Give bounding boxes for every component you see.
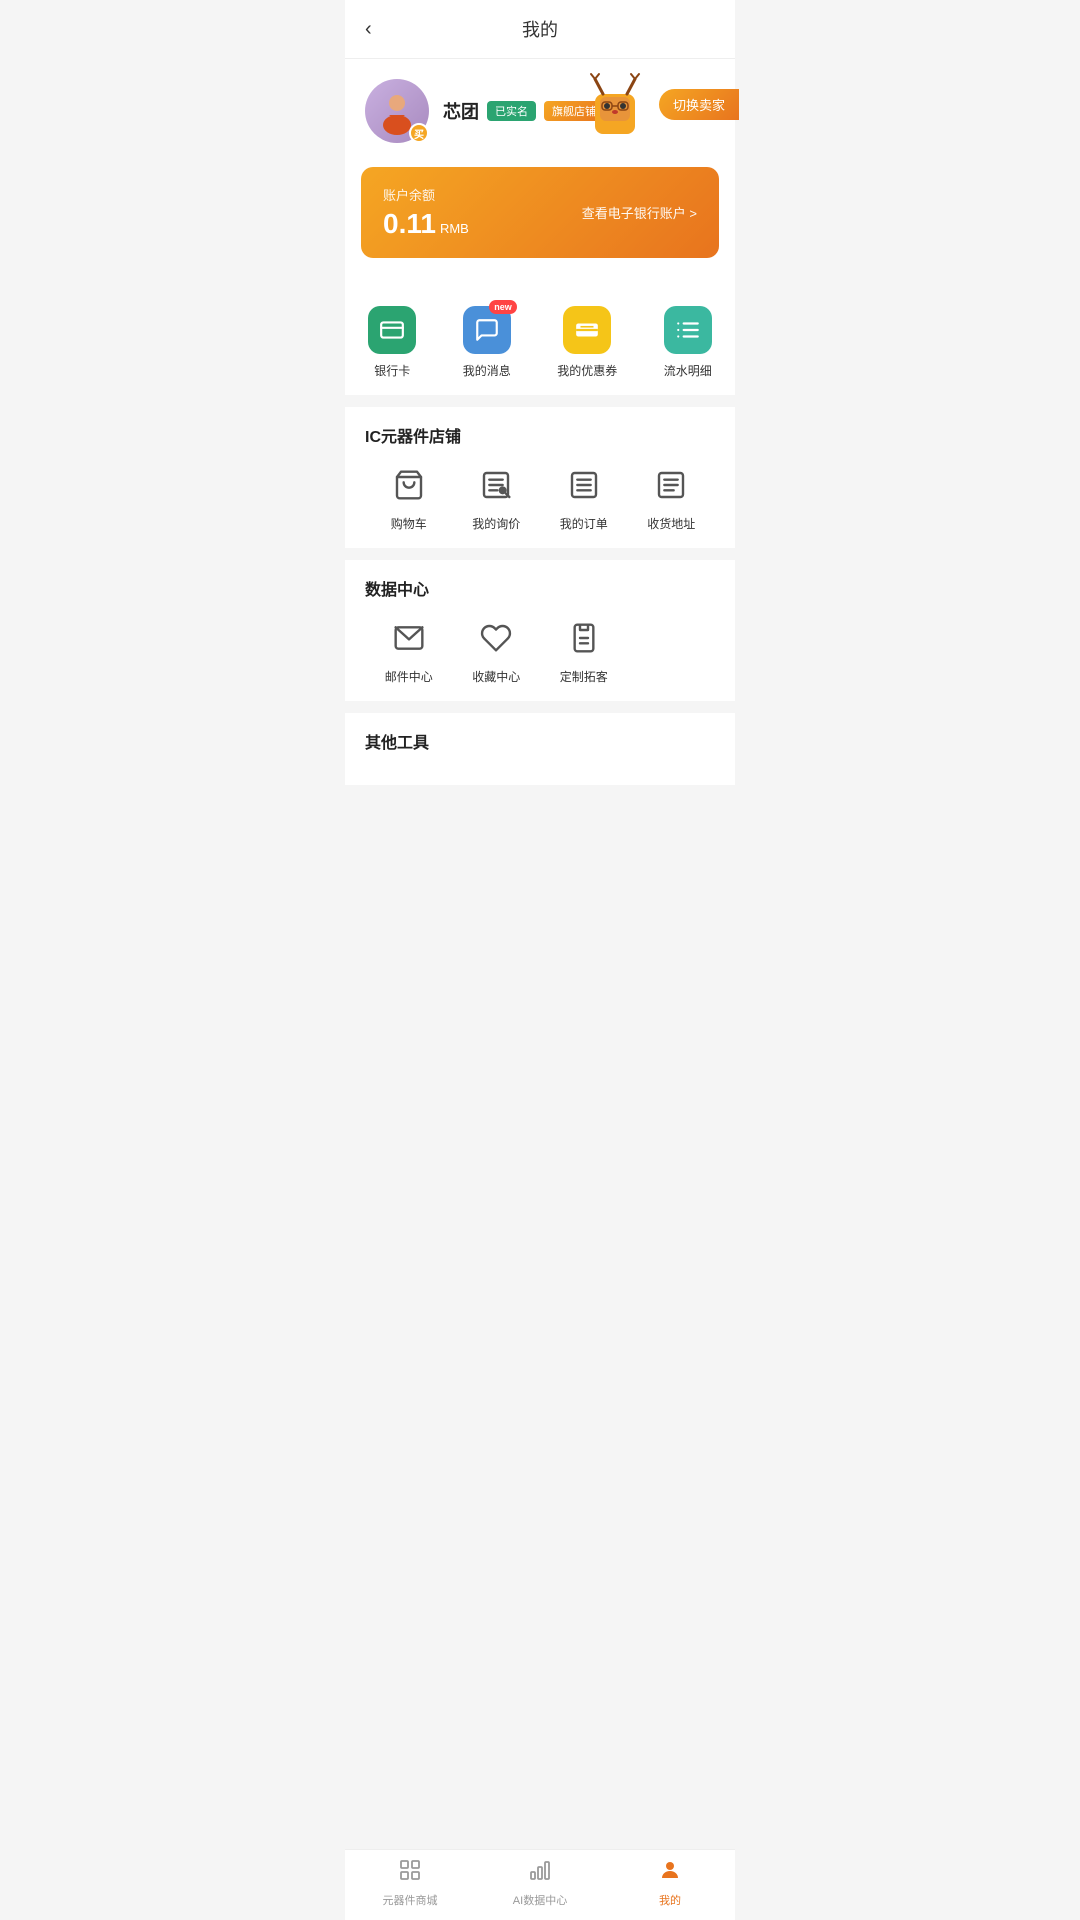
mascot-svg	[585, 69, 645, 139]
quick-item-my-message[interactable]: new 我的消息	[463, 306, 511, 379]
balance-label: 账户余额	[383, 185, 469, 204]
nav-item-mall[interactable]: 元器件商城	[345, 1858, 475, 1908]
quick-item-flow-detail[interactable]: 流水明细	[664, 306, 712, 379]
mine-svg	[658, 1858, 682, 1882]
order-icon	[562, 463, 606, 507]
data-center-grid: 邮件中心 收藏中心	[365, 616, 715, 685]
favorites-svg	[480, 622, 512, 654]
address-icon	[649, 463, 693, 507]
section-item-address[interactable]: 收货地址	[628, 463, 716, 532]
flow-detail-icon	[675, 317, 701, 343]
back-button[interactable]: ‹	[365, 18, 372, 41]
mascot	[585, 69, 645, 144]
mine-icon	[658, 1858, 682, 1888]
data-center-title: 数据中心	[365, 576, 715, 600]
verified-tag: 已实名	[487, 101, 536, 121]
nav-label-mine: 我的	[659, 1892, 681, 1908]
address-svg	[655, 469, 687, 501]
section-label-favorites: 收藏中心	[472, 668, 520, 685]
nav-label-mall: 元器件商城	[383, 1892, 438, 1908]
section-item-favorites[interactable]: 收藏中心	[453, 616, 541, 685]
section-item-custom[interactable]: 定制拓客	[540, 616, 628, 685]
section-item-inquiry[interactable]: 我的询价	[453, 463, 541, 532]
data-center-section: 数据中心 邮件中心 收藏中心	[345, 560, 735, 701]
profile-section: 买 芯团 已实名 旗舰店铺	[345, 59, 735, 167]
section-item-mail[interactable]: 邮件中心	[365, 616, 453, 685]
bank-link[interactable]: 查看电子银行账户 >	[582, 203, 697, 222]
avatar-badge: 买	[409, 123, 429, 143]
new-badge: new	[489, 300, 517, 314]
inquiry-icon	[474, 463, 518, 507]
avatar[interactable]: 买	[365, 79, 429, 143]
quick-menu: 银行卡 new 我的消息	[345, 290, 735, 395]
inquiry-svg	[480, 469, 512, 501]
quick-label-coupon: 我的优惠券	[557, 362, 617, 379]
balance-left: 账户余额 0.11RMB	[383, 185, 469, 240]
switch-seller-button[interactable]: 切换卖家	[659, 89, 739, 120]
ic-store-title: IC元器件店铺	[365, 423, 715, 447]
order-svg	[568, 469, 600, 501]
ai-data-icon	[528, 1858, 552, 1888]
quick-label-my-message: 我的消息	[463, 362, 511, 379]
ic-store-grid: 购物车 我的询价	[365, 463, 715, 532]
mall-icon	[398, 1858, 422, 1888]
bottom-nav: 元器件商城 AI数据中心 我的	[345, 1849, 735, 1920]
section-item-empty	[628, 616, 716, 685]
page-title: 我的	[522, 16, 558, 42]
custom-svg	[568, 622, 600, 654]
balance-currency: RMB	[440, 221, 469, 236]
quick-label-bank-card: 银行卡	[374, 362, 410, 379]
ai-data-svg	[528, 1858, 552, 1882]
flow-detail-icon-wrap	[664, 306, 712, 354]
nav-item-ai-data[interactable]: AI数据中心	[475, 1858, 605, 1908]
section-label-custom: 定制拓客	[560, 668, 608, 685]
message-icon-wrap: new	[463, 306, 511, 354]
mail-icon	[387, 616, 431, 660]
nav-item-mine[interactable]: 我的	[605, 1858, 735, 1908]
section-label-address: 收货地址	[647, 515, 695, 532]
quick-item-bank-card[interactable]: 银行卡	[368, 306, 416, 379]
ic-store-section: IC元器件店铺 购物车	[345, 407, 735, 548]
bank-card-icon-wrap	[368, 306, 416, 354]
section-item-order[interactable]: 我的订单	[540, 463, 628, 532]
section-label-mail: 邮件中心	[385, 668, 433, 685]
message-icon	[474, 317, 500, 343]
other-tools-section: 其他工具	[345, 713, 735, 785]
balance-amount: 0.11RMB	[383, 208, 469, 240]
cart-icon	[387, 463, 431, 507]
coupon-icon	[574, 317, 600, 343]
quick-item-coupon[interactable]: 我的优惠券	[557, 306, 617, 379]
cart-svg	[393, 469, 425, 501]
nav-label-ai-data: AI数据中心	[513, 1892, 567, 1908]
coupon-icon-wrap	[563, 306, 611, 354]
custom-icon	[562, 616, 606, 660]
quick-menu-grid: 银行卡 new 我的消息	[345, 306, 735, 379]
mall-svg	[398, 1858, 422, 1882]
section-item-cart[interactable]: 购物车	[365, 463, 453, 532]
section-label-cart: 购物车	[391, 515, 427, 532]
balance-card: 账户余额 0.11RMB 查看电子银行账户 >	[361, 167, 719, 258]
favorites-icon	[474, 616, 518, 660]
bank-card-icon	[379, 317, 405, 343]
mail-svg	[393, 622, 425, 654]
section-label-inquiry: 我的询价	[472, 515, 520, 532]
quick-label-flow-detail: 流水明细	[664, 362, 712, 379]
section-label-order: 我的订单	[560, 515, 608, 532]
profile-name: 芯团	[443, 98, 479, 124]
other-tools-title: 其他工具	[365, 729, 715, 753]
header: ‹ 我的	[345, 0, 735, 59]
